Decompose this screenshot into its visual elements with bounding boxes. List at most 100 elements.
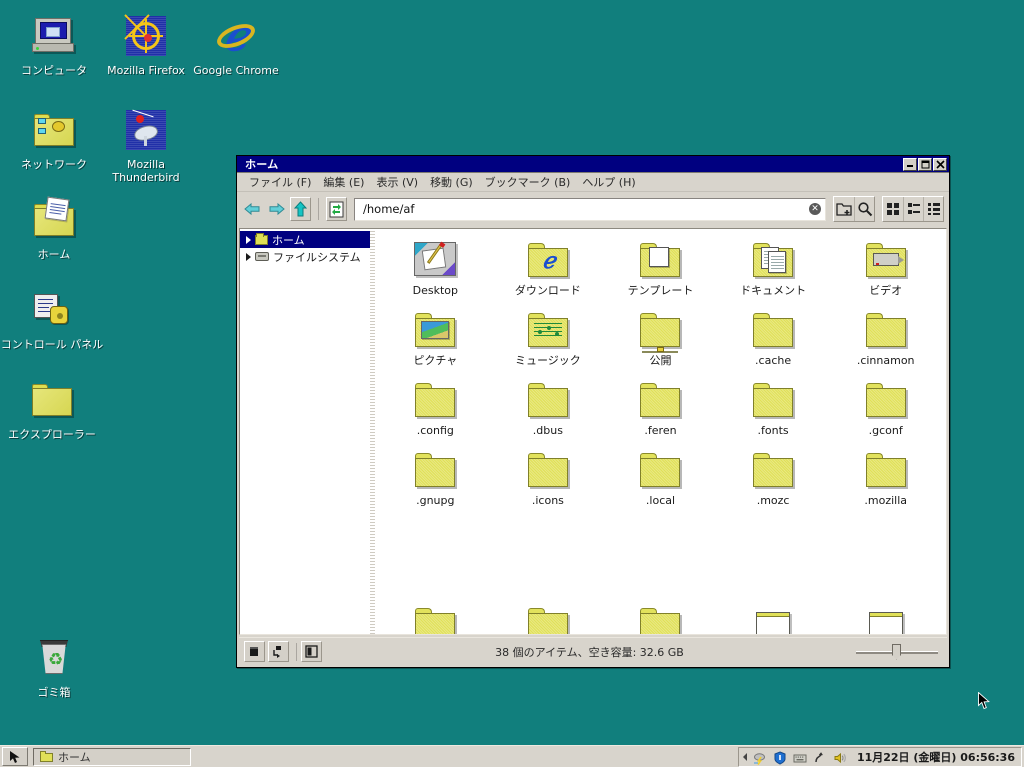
file-icon xyxy=(868,608,903,634)
folder-icon xyxy=(749,447,797,491)
file-item[interactable] xyxy=(492,608,605,634)
maximize-button[interactable] xyxy=(918,157,932,171)
file-item[interactable]: ピクチャ xyxy=(379,307,492,367)
menu-file[interactable]: ファイル (F) xyxy=(243,172,317,192)
desktop-icon-mozilla-thunderbird[interactable]: Mozilla Thunderbird xyxy=(98,106,194,184)
input-method-icon[interactable] xyxy=(813,750,827,764)
menu-help[interactable]: ヘルプ (H) xyxy=(576,172,641,192)
pictures-folder-icon xyxy=(411,307,459,351)
desktop-icon-mozilla-firefox[interactable]: Mozilla Firefox xyxy=(98,12,194,77)
zoom-slider-thumb[interactable] xyxy=(892,643,901,660)
file-item[interactable]: .dbus xyxy=(492,377,605,437)
volume-icon[interactable] xyxy=(833,750,847,764)
desktop-icon-home[interactable]: ホーム xyxy=(6,196,102,261)
file-label: .fonts xyxy=(757,424,789,437)
desktop-icon-trash[interactable]: ♻ ゴミ箱 xyxy=(6,634,102,699)
file-item[interactable]: テンプレート xyxy=(604,237,717,297)
file-item[interactable]: .fonts xyxy=(717,377,830,437)
file-item[interactable]: .feren xyxy=(604,377,717,437)
file-item[interactable]: .cinnamon xyxy=(829,307,942,367)
file-item[interactable] xyxy=(604,608,717,634)
places-sidebar[interactable]: ホーム ファイルシステム xyxy=(240,229,370,634)
tree-view-button[interactable] xyxy=(268,641,289,662)
desktop-icon-computer[interactable]: コンピュータ xyxy=(6,12,102,77)
tray-expand-icon[interactable] xyxy=(742,752,747,761)
menu-edit[interactable]: 編集 (E) xyxy=(317,172,370,192)
view-details-button[interactable] xyxy=(923,197,943,221)
keyboard-icon[interactable] xyxy=(793,750,807,764)
forward-button[interactable] xyxy=(266,197,287,221)
file-icon xyxy=(756,608,791,634)
menu-view[interactable]: 表示 (V) xyxy=(370,172,424,192)
start-button[interactable] xyxy=(2,747,28,766)
file-item[interactable] xyxy=(379,608,492,634)
public-folder-icon xyxy=(636,307,684,353)
file-item[interactable]: .mozilla xyxy=(829,447,942,507)
clock[interactable]: 11月22日 (金曜日) 06:56:36 xyxy=(857,749,1015,765)
taskbar[interactable]: ホーム 11月22日 (金曜日) 06:56:36 xyxy=(0,745,1024,767)
path-bar[interactable]: ✕ xyxy=(354,197,826,221)
file-item[interactable]: 𝑒 ダウンロード xyxy=(492,237,605,297)
clear-icon[interactable]: ✕ xyxy=(809,203,821,215)
update-shield-icon[interactable] xyxy=(773,750,787,765)
menu-go[interactable]: 移動 (G) xyxy=(424,172,479,192)
folder-icon xyxy=(862,377,910,421)
minimize-button[interactable] xyxy=(903,157,917,171)
search-button[interactable] xyxy=(854,197,874,221)
path-input[interactable] xyxy=(361,201,809,217)
file-label: ビデオ xyxy=(869,284,903,297)
task-list[interactable]: ホーム xyxy=(33,747,191,766)
file-item[interactable]: .icons xyxy=(492,447,605,507)
file-label: 公開 xyxy=(649,354,672,367)
show-hidden-button[interactable] xyxy=(244,641,265,662)
back-button[interactable] xyxy=(242,197,263,221)
new-folder-button[interactable] xyxy=(834,197,854,221)
sidebar-item-home[interactable]: ホーム xyxy=(240,231,370,248)
window-title: ホーム xyxy=(245,158,279,171)
desktop-icon-control-panel[interactable]: コントロール パネル xyxy=(0,286,112,351)
zoom-slider[interactable] xyxy=(854,642,940,662)
file-item[interactable] xyxy=(829,608,942,634)
menubar[interactable]: ファイル (F) 編集 (E) 表示 (V) 移動 (G) ブックマーク (B)… xyxy=(237,173,949,192)
file-item[interactable]: .local xyxy=(604,447,717,507)
file-list-area[interactable]: Desktop 𝑒 ダウンロード テンプレート ドキュメント ビデオ ピクチャ … xyxy=(375,229,946,634)
file-label: ドキュメント xyxy=(740,284,807,297)
file-item[interactable]: ビデオ xyxy=(829,237,942,297)
file-item[interactable]: ミュージック xyxy=(492,307,605,367)
file-item[interactable]: Desktop xyxy=(379,237,492,297)
desktop-icon-label: ゴミ箱 xyxy=(37,686,71,699)
chevron-right-icon[interactable] xyxy=(246,252,251,261)
file-label: .local xyxy=(645,494,676,507)
file-item[interactable]: ドキュメント xyxy=(717,237,830,297)
desktop-icon-network[interactable]: ネットワーク xyxy=(6,106,102,171)
up-button[interactable] xyxy=(290,197,311,221)
file-item[interactable]: .config xyxy=(379,377,492,437)
toolbar-group-actions xyxy=(833,196,875,222)
sidebar-item-filesystem[interactable]: ファイルシステム xyxy=(240,248,370,265)
close-button[interactable] xyxy=(933,157,947,171)
file-item[interactable]: .cache xyxy=(717,307,830,367)
view-icons-button[interactable] xyxy=(883,197,903,221)
file-item[interactable] xyxy=(717,608,830,634)
reload-button[interactable] xyxy=(326,197,347,221)
view-compact-button[interactable] xyxy=(903,197,923,221)
toolbar[interactable]: ✕ xyxy=(237,192,949,226)
taskbar-item-home[interactable]: ホーム xyxy=(33,747,191,766)
sidebar-toggle-button[interactable] xyxy=(301,641,322,662)
desktop-icon-google-chrome[interactable]: 𝑒 Google Chrome xyxy=(188,12,284,78)
menu-bookmarks[interactable]: ブックマーク (B) xyxy=(479,172,577,192)
file-item[interactable]: .mozc xyxy=(717,447,830,507)
weather-icon[interactable] xyxy=(753,750,767,765)
file-label: ダウンロード xyxy=(514,284,581,297)
file-label: .feren xyxy=(644,424,677,437)
window-titlebar[interactable]: ホーム xyxy=(237,156,949,173)
chevron-right-icon[interactable] xyxy=(246,235,251,244)
file-label: .dbus xyxy=(532,424,563,437)
file-manager-window[interactable]: ホーム ファイル (F) 編集 (E) 表示 (V) 移動 (G) ブックマーク… xyxy=(236,155,950,668)
file-item[interactable]: .gnupg xyxy=(379,447,492,507)
system-tray[interactable]: 11月22日 (金曜日) 06:56:36 xyxy=(737,746,1022,767)
file-item[interactable]: 公開 xyxy=(604,307,717,367)
trash-icon: ♻ xyxy=(30,634,78,682)
desktop-icon-explorer[interactable]: エクスプローラー xyxy=(0,376,112,441)
file-item[interactable]: .gconf xyxy=(829,377,942,437)
